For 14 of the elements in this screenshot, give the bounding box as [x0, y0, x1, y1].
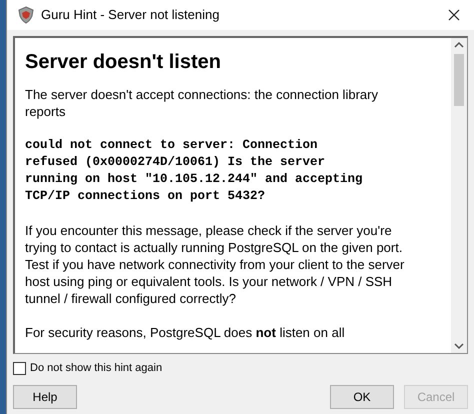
shield-icon [17, 6, 35, 24]
error-message: could not connect to server: Connection refused (0x0000274D/10061) Is the server running on host "10.105.12.244" and accepting TCP/IP connections on port 5432? [25, 137, 364, 205]
close-icon [448, 9, 460, 21]
scroll-thumb[interactable] [454, 54, 464, 106]
window-title: Guru Hint - Server not listening [41, 6, 220, 24]
hint-paragraph: For security reasons, PostgreSQL does not listen on all [25, 324, 346, 341]
hint-paragraph: The server doesn't accept connections: the connection library reports [25, 86, 379, 120]
scrollbar[interactable] [451, 38, 467, 353]
hint-paragraph: If you encounter this message, please check if the server you're trying to contact is actually running PostgreSQL on the given port. Test if you have network connectivity from your client to the server host using ping or equivalent tools. Is your network / VPN / SSH tunnel / firewall configured correctly? [25, 222, 406, 307]
hint-heading: Server doesn't listen [25, 50, 222, 74]
dialog-button[interactable]: OK [330, 384, 394, 408]
checkbox[interactable] [13, 362, 26, 375]
dialog-button[interactable]: Help [13, 384, 77, 408]
checkbox-label[interactable]: Do not show this hint again [30, 360, 162, 376]
